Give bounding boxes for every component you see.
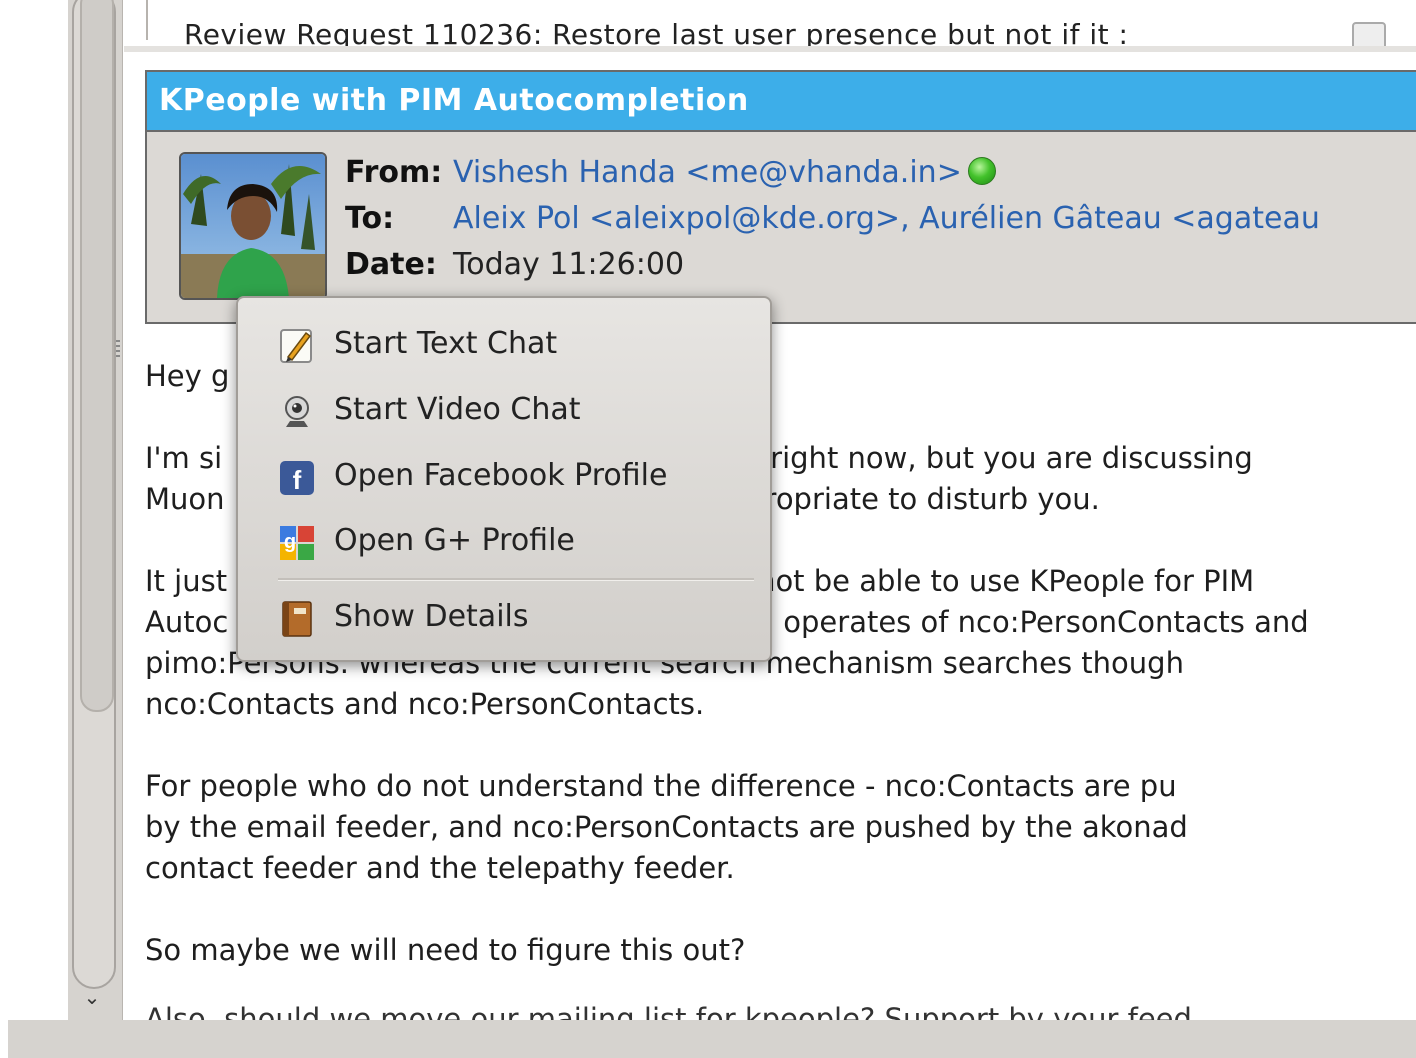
date-label: Date: bbox=[345, 247, 437, 282]
previous-message-row[interactable]: Review Request 110236: Restore last user… bbox=[124, 0, 1416, 52]
menu-item-label: Open G+ Profile bbox=[334, 523, 575, 558]
pencil-chat-icon bbox=[278, 326, 316, 364]
menu-item-start-video-chat[interactable]: Start Video Chat bbox=[238, 380, 770, 440]
body-text: So maybe we will need to figure this out… bbox=[145, 933, 746, 967]
body-text: contact feeder and the telepathy feeder. bbox=[145, 851, 735, 885]
previous-message-subject: Review Request 110236: Restore last user… bbox=[184, 18, 1129, 51]
status-bar bbox=[8, 1020, 1416, 1058]
message-subject: KPeople with PIM Autocompletion bbox=[147, 72, 1416, 132]
body-text: For people who do not understand the dif… bbox=[145, 769, 1177, 803]
body-text: by the email feeder, and nco:PersonConta… bbox=[145, 810, 1188, 844]
menu-item-open-gplus-profile[interactable]: g Open G+ Profile bbox=[238, 511, 770, 571]
splitter-grip-icon[interactable] bbox=[116, 340, 120, 360]
avatar-photo bbox=[181, 154, 325, 298]
header-fields: From: Vishesh Handa <me@vhanda.in> To: Ale… bbox=[345, 150, 1320, 288]
body-text-cutoff: Also, should we move our mailing list fo… bbox=[145, 1002, 1416, 1022]
menu-item-show-details[interactable]: Show Details bbox=[238, 587, 770, 647]
date-row: Date: Today 11:26:00 bbox=[345, 242, 1320, 288]
menu-item-open-facebook-profile[interactable]: f Open Facebook Profile bbox=[238, 446, 770, 506]
menu-item-label: Open Facebook Profile bbox=[334, 458, 668, 493]
to-label: To: bbox=[345, 201, 395, 236]
body-text: operates of nco:PersonContacts and bbox=[783, 605, 1309, 639]
body-text: Also, should we move our mailing list fo… bbox=[145, 1002, 1192, 1022]
body-text: nco:Contacts and nco:PersonContacts. bbox=[145, 687, 705, 721]
menu-item-label: Start Text Chat bbox=[334, 326, 558, 361]
menu-item-label: Start Video Chat bbox=[334, 392, 581, 427]
expand-checkbox[interactable] bbox=[1352, 22, 1386, 46]
left-panel bbox=[0, 0, 70, 1020]
date-value: Today 11:26:00 bbox=[453, 247, 685, 282]
facebook-icon: f bbox=[278, 458, 316, 496]
body-text: right now, but you are discussing bbox=[770, 441, 1253, 475]
scrollbar-thumb[interactable] bbox=[80, 0, 114, 712]
from-row: From: Vishesh Handa <me@vhanda.in> bbox=[345, 150, 1320, 196]
to-address-link[interactable]: Aleix Pol <aleixpol@kde.org>, Aurélien G… bbox=[453, 201, 1320, 236]
webcam-icon bbox=[278, 392, 316, 430]
from-label: From: bbox=[345, 155, 443, 190]
divider bbox=[146, 0, 148, 40]
body-text: It just bbox=[145, 564, 228, 598]
online-presence-icon[interactable] bbox=[967, 157, 996, 185]
google-plus-icon: g bbox=[278, 523, 316, 561]
menu-separator bbox=[278, 578, 754, 581]
sender-avatar[interactable] bbox=[179, 152, 327, 300]
svg-text:f: f bbox=[293, 465, 302, 495]
body-text: not be able to use KPeople for PIM bbox=[757, 564, 1255, 598]
address-book-icon bbox=[278, 599, 316, 637]
scroll-down-arrow-icon[interactable]: ⌄ bbox=[78, 985, 106, 1009]
vertical-scrollbar[interactable] bbox=[68, 0, 123, 1020]
from-address-link[interactable]: Vishesh Handa <me@vhanda.in> bbox=[453, 155, 962, 190]
body-text: ropriate to disturb you. bbox=[764, 482, 1100, 516]
menu-item-label: Show Details bbox=[334, 599, 529, 634]
body-paragraph: So maybe we will need to figure this out… bbox=[145, 930, 1416, 971]
body-paragraph: For people who do not understand the dif… bbox=[145, 766, 1416, 889]
contact-context-menu: Start Text Chat Start Video Chat f Open … bbox=[236, 296, 772, 662]
to-row: To: Aleix Pol <aleixpol@kde.org>, Aurélie… bbox=[345, 196, 1320, 242]
body-text: Muon bbox=[145, 482, 225, 516]
body-text: Autoc bbox=[145, 605, 229, 639]
body-text: I'm si bbox=[145, 441, 223, 475]
scrollbar-groove bbox=[72, 0, 116, 989]
message-header: KPeople with PIM Autocompletion From: Vis… bbox=[145, 70, 1416, 324]
menu-item-start-text-chat[interactable]: Start Text Chat bbox=[238, 314, 770, 374]
body-text: Hey g bbox=[145, 359, 230, 393]
svg-text:g: g bbox=[284, 531, 296, 553]
